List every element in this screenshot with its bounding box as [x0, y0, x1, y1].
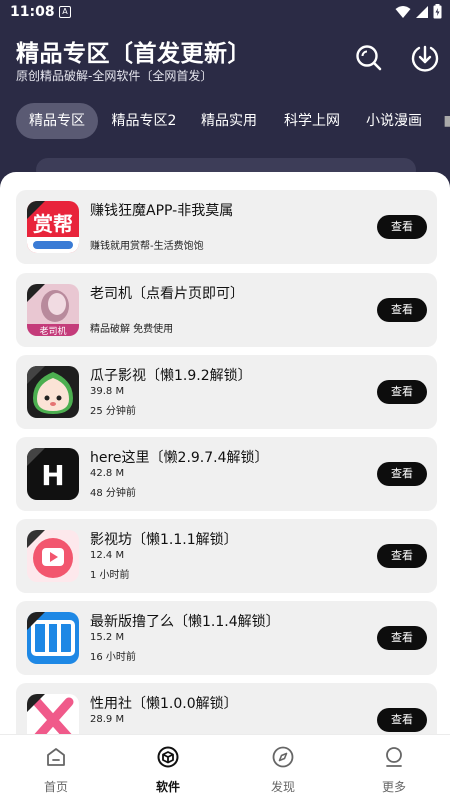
- blue-app-icon: [27, 612, 79, 664]
- category-tabs: 精品专区 精品专区2 精品实用 科学上网 小说漫画 ■: [0, 103, 450, 139]
- app-updated: 48 分钟前: [90, 488, 136, 499]
- page-subtitle: 原创精品破解-全网软件〔全网首发〕: [16, 69, 213, 83]
- search-button[interactable]: [354, 43, 384, 73]
- compass-icon: [272, 746, 294, 768]
- bottom-navigation: 首页 软件 发现 更多: [0, 734, 450, 800]
- nav-label: 软件: [155, 780, 180, 794]
- tab-featured-2[interactable]: 精品专区2: [104, 103, 184, 139]
- driver-app-icon: 老司机: [27, 284, 79, 336]
- app-card[interactable]: 赏帮 赚钱狂魔APP-非我莫属 赚钱就用赏帮-生活费饱饱 查看: [16, 190, 437, 264]
- app-size: 39.8 M: [90, 386, 125, 397]
- app-title: 最新版撸了么〔懒1.1.4解锁〕: [90, 614, 280, 630]
- app-card[interactable]: 影视坊〔懒1.1.1解锁〕 12.4 M 1 小时前 查看: [16, 519, 437, 593]
- here-app-icon: H: [27, 448, 79, 500]
- nav-discover[interactable]: 发现: [227, 735, 339, 800]
- app-updated: 16 小时前: [90, 652, 136, 663]
- app-updated: 1 小时前: [90, 570, 130, 581]
- tab-utilities[interactable]: 精品实用: [194, 103, 264, 139]
- app-title: 老司机〔点看片页即可〕: [90, 286, 244, 302]
- svg-text:赏帮: 赏帮: [33, 212, 73, 236]
- app-size: 15.2 M: [90, 632, 125, 643]
- svg-text:老司机: 老司机: [39, 325, 66, 336]
- status-time: 11:08: [10, 4, 55, 20]
- nav-label: 发现: [270, 780, 295, 794]
- svg-text:H: H: [41, 459, 64, 492]
- app-card[interactable]: H here这里〔懒2.9.7.4解锁〕 42.8 M 48 分钟前 查看: [16, 437, 437, 511]
- nav-more[interactable]: 更多: [338, 735, 450, 800]
- app-card[interactable]: 老司机 老司机〔点看片页即可〕 精品破解 免费使用 查看: [16, 273, 437, 347]
- download-icon: [411, 45, 439, 72]
- nav-home[interactable]: 首页: [0, 735, 112, 800]
- status-bar: 11:08 A: [0, 0, 450, 26]
- pink-x-app-icon: [27, 694, 79, 734]
- app-card[interactable]: 瓜子影视〔懒1.9.2解锁〕 39.8 M 25 分钟前 查看: [16, 355, 437, 429]
- download-button[interactable]: [410, 43, 440, 73]
- header: 11:08 A 精品专区〔首发更新〕 原创精品破解-全网软件〔全网首发〕 精品专…: [0, 0, 450, 190]
- app-title: 影视坊〔懒1.1.1解锁〕: [90, 532, 238, 548]
- app-updated: 25 分钟前: [90, 406, 136, 417]
- app-size: 42.8 M: [90, 468, 125, 479]
- nav-label: 更多: [381, 780, 406, 794]
- status-indicators: [395, 4, 442, 19]
- app-size: 28.9 M: [90, 714, 125, 725]
- signal-icon: [416, 5, 428, 18]
- nav-software[interactable]: 软件: [112, 735, 224, 800]
- notification-app-icon: A: [59, 6, 71, 18]
- nav-label: 首页: [43, 780, 68, 794]
- tab-vpn[interactable]: 科学上网: [276, 103, 348, 139]
- wifi-icon: [395, 5, 411, 18]
- app-title: 性用社〔懒1.0.0解锁〕: [90, 696, 238, 712]
- view-button[interactable]: 查看: [377, 298, 427, 322]
- tab-featured[interactable]: 精品专区: [16, 103, 98, 139]
- view-button[interactable]: 查看: [377, 462, 427, 486]
- view-button[interactable]: 查看: [377, 626, 427, 650]
- app-card[interactable]: 最新版撸了么〔懒1.1.4解锁〕 15.2 M 16 小时前 查看: [16, 601, 437, 675]
- search-icon: [356, 45, 382, 71]
- view-button[interactable]: 查看: [377, 380, 427, 404]
- view-button[interactable]: 查看: [377, 215, 427, 239]
- app-size: 12.4 M: [90, 550, 125, 561]
- app-title: 瓜子影视〔懒1.9.2解锁〕: [90, 368, 252, 384]
- person-icon: [386, 747, 402, 767]
- tab-novels-comics[interactable]: 小说漫画: [358, 103, 430, 139]
- money-app-icon: 赏帮: [27, 201, 79, 253]
- package-icon: [157, 746, 179, 768]
- tab-overflow[interactable]: ■: [440, 103, 450, 139]
- melon-seed-app-icon: [27, 366, 79, 418]
- view-button[interactable]: 查看: [377, 708, 427, 732]
- page-title: 精品专区〔首发更新〕: [16, 41, 251, 67]
- app-title: here这里〔懒2.9.7.4解锁〕: [90, 450, 269, 466]
- app-description: 精品破解 免费使用: [90, 324, 174, 335]
- app-list-sheet: 赏帮 赚钱狂魔APP-非我莫属 赚钱就用赏帮-生活费饱饱 查看 老司机 老司机〔…: [0, 172, 450, 734]
- home-icon: [47, 748, 65, 766]
- video-play-app-icon: [27, 530, 79, 582]
- battery-icon: [433, 4, 442, 19]
- app-title: 赚钱狂魔APP-非我莫属: [90, 203, 234, 219]
- app-card[interactable]: 性用社〔懒1.0.0解锁〕 28.9 M 查看: [16, 683, 437, 734]
- view-button[interactable]: 查看: [377, 544, 427, 568]
- app-description: 赚钱就用赏帮-生活费饱饱: [90, 241, 204, 252]
